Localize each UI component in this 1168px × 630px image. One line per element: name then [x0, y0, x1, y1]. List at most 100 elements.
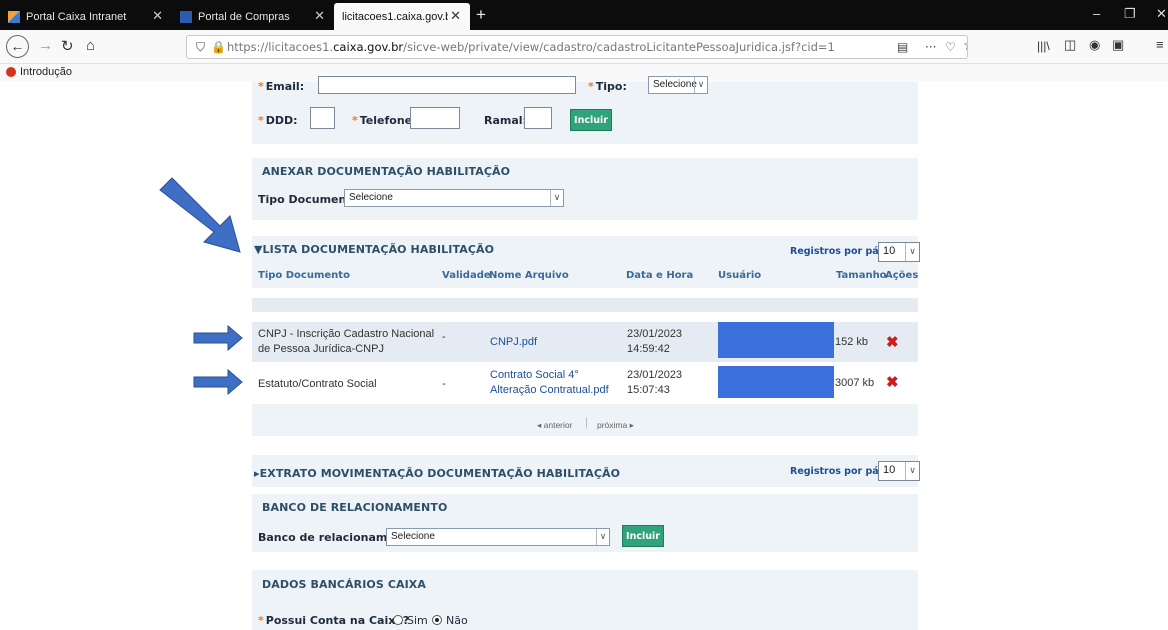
cell-tamanho: 152 kb: [835, 336, 869, 348]
account-icon[interactable]: ◉: [1089, 37, 1100, 53]
radio-nao-label: Não: [446, 614, 468, 627]
col-data-hora: Data e Hora: [626, 270, 694, 281]
telefone-label: * Telefone:: [352, 114, 417, 127]
url-bar[interactable]: ⛉ 🔒 https://licitacoes1. caixa.gov.br/sic…: [186, 35, 968, 59]
email-field[interactable]: [318, 76, 576, 94]
sidebar-icon[interactable]: ◫: [1064, 37, 1076, 53]
back-arrow-icon[interactable]: ←: [6, 35, 29, 58]
spacer-row: [252, 288, 918, 298]
col-tipo-documento: Tipo Documento: [258, 270, 350, 281]
restore-icon[interactable]: ❐: [1124, 6, 1136, 22]
tipo-select[interactable]: Selecione ∨: [648, 76, 708, 94]
extension-icon[interactable]: ▣: [1112, 37, 1124, 53]
tab-licitacoes[interactable]: licitacoes1.caixa.gov.br/sicve-web/ ✕: [334, 3, 470, 30]
portal-compras-favicon-icon: [180, 10, 192, 23]
col-usuario: Usuário: [718, 270, 762, 281]
annotation-arrow-row1: [193, 324, 243, 352]
pagination-prev[interactable]: ◂ anterior: [537, 420, 572, 431]
table-row[interactable]: CNPJ - Inscrição Cadastro Nacional de Pe…: [252, 322, 918, 362]
col-validade: Validade: [442, 270, 491, 281]
tab-portal-caixa-intranet[interactable]: Portal Caixa Intranet ✕: [0, 3, 172, 30]
banco-section: BANCO DE RELACIONAMENTO Banco de relacio…: [252, 494, 918, 552]
new-tab-icon[interactable]: +: [476, 5, 486, 25]
cell-tipo: Estatuto/Contrato Social: [258, 378, 377, 390]
tab-portal-de-compras[interactable]: Portal de Compras ✕: [172, 3, 334, 30]
cell-validade: -: [442, 331, 446, 343]
delete-icon[interactable]: ✖: [886, 373, 899, 391]
telefone-field[interactable]: [410, 107, 460, 129]
ramal-label: Ramal:: [484, 114, 527, 127]
reload-icon[interactable]: ↻: [61, 37, 74, 55]
lista-per-page-select[interactable]: 10 ∨: [878, 242, 920, 262]
cell-tipo: CNPJ - Inscrição Cadastro Nacional de Pe…: [258, 328, 435, 355]
extrato-per-page-select[interactable]: 10 ∨: [878, 461, 920, 481]
firefox-icon: [6, 67, 16, 77]
incluir-banco-button[interactable]: Incluir: [622, 525, 664, 547]
empty-row: [252, 298, 918, 312]
shield-icon[interactable]: ⛉: [196, 40, 205, 55]
chevron-down-icon: ∨: [905, 243, 919, 261]
window-close-icon[interactable]: ✕: [1156, 6, 1167, 22]
library-icon[interactable]: |||\: [1037, 39, 1050, 53]
forward-arrow-icon[interactable]: →: [38, 37, 53, 54]
cell-arquivo-link[interactable]: Contrato Social 4° Alteração Contratual.…: [490, 368, 624, 398]
lista-per-page-value: 10: [883, 245, 896, 257]
annotation-arrow-diagonal: [159, 177, 241, 253]
extrato-per-page-value: 10: [883, 464, 896, 476]
ramal-field[interactable]: [524, 107, 552, 129]
possui-conta-label: * Possui Conta na Caixa?: [258, 614, 410, 627]
delete-icon[interactable]: ✖: [886, 333, 899, 351]
banco-select[interactable]: Selecione ∨: [386, 528, 610, 546]
menu-icon[interactable]: ≡: [1156, 37, 1164, 52]
tipo-documento-value: Selecione: [349, 192, 393, 203]
table-row[interactable]: Estatuto/Contrato Social - Contrato Soci…: [252, 366, 918, 404]
cell-arquivo-link[interactable]: CNPJ.pdf: [490, 335, 537, 350]
contact-section: * Email: * Tipo: Selecione ∨ * DDD: * Telefo…: [252, 76, 918, 144]
lock-icon[interactable]: 🔒: [211, 40, 226, 54]
chevron-down-icon: ∨: [596, 529, 609, 545]
close-icon[interactable]: ✕: [314, 8, 325, 24]
pagination-divider: |: [585, 415, 589, 429]
radio-nao[interactable]: [432, 615, 442, 625]
url-prefix: https://licitacoes1.: [227, 40, 334, 54]
redacted-usuario: [718, 366, 834, 398]
extrato-title[interactable]: ▸EXTRATO MOVIMENTAÇÃO DOCUMENTAÇÃO HABIL…: [254, 467, 620, 480]
bookmarks-bar: Introdução: [0, 64, 1168, 82]
email-label: * Email:: [258, 80, 305, 93]
tab-title: licitacoes1.caixa.gov.br/sicve-web/: [342, 10, 448, 23]
more-actions-icon[interactable]: ···: [925, 40, 936, 54]
tipo-documento-select[interactable]: Selecione ∨: [344, 189, 564, 207]
annotation-arrow-row2: [193, 368, 243, 396]
dados-title: DADOS BANCÁRIOS CAIXA: [262, 578, 427, 591]
browser-tab-bar: Portal Caixa Intranet ✕ Portal de Compra…: [0, 0, 1168, 30]
bookmark-label: Introdução: [20, 66, 72, 78]
minimize-icon[interactable]: –: [1093, 6, 1100, 21]
spacer-row: [252, 312, 918, 322]
reader-view-icon[interactable]: ▤: [897, 40, 908, 54]
ddd-field[interactable]: [310, 107, 335, 129]
portal-caixa-favicon-icon: [8, 10, 20, 23]
cell-data: 23/01/2023 14:59:42: [627, 328, 683, 355]
lista-title[interactable]: ▼LISTA DOCUMENTAÇÃO HABILITAÇÃO: [254, 243, 494, 256]
close-icon[interactable]: ✕: [450, 8, 461, 24]
radio-sim-label: Sim: [407, 614, 428, 627]
tipo-select-value: Selecione: [653, 79, 697, 90]
radio-sim[interactable]: [393, 615, 403, 625]
col-nome-arquivo: Nome Arquivo: [489, 270, 569, 281]
banco-select-value: Selecione: [391, 531, 435, 542]
chevron-down-icon: ∨: [694, 77, 707, 93]
chevron-down-icon: ∨: [550, 190, 563, 206]
ddd-label: * DDD:: [258, 114, 298, 127]
cell-data: 23/01/2023 15:07:43: [627, 369, 683, 396]
col-acoes: Ações: [885, 270, 919, 281]
bookmark-introducao[interactable]: Introdução: [6, 66, 72, 78]
incluir-telefone-button[interactable]: Incluir: [570, 109, 612, 131]
bookmark-star-icon[interactable]: ☆: [963, 38, 967, 54]
pocket-icon[interactable]: ♡: [945, 40, 956, 54]
close-icon[interactable]: ✕: [152, 8, 163, 24]
dados-section: DADOS BANCÁRIOS CAIXA * Possui Conta na C…: [252, 570, 918, 630]
pagination-next[interactable]: próxima ▸: [597, 420, 634, 431]
url-domain: caixa.gov.br: [333, 40, 404, 54]
cell-tamanho: 3007 kb: [835, 377, 875, 389]
home-icon[interactable]: ⌂: [86, 37, 95, 54]
